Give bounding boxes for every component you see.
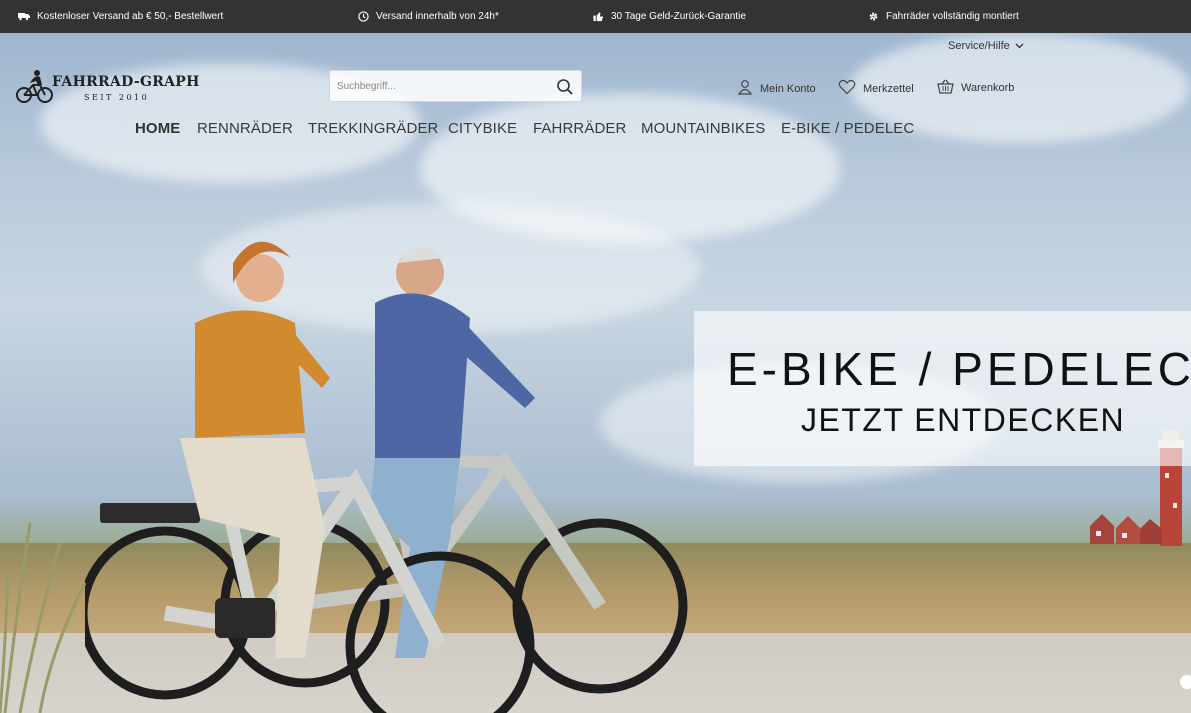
slider-dot[interactable]	[1180, 675, 1191, 689]
service-menu[interactable]: Service/Hilfe	[948, 40, 1024, 52]
search-box[interactable]	[329, 70, 582, 102]
truck-icon	[18, 10, 30, 22]
logo-title: FAHRRAD-GRAPH	[52, 74, 200, 90]
account-link[interactable]: Mein Konto	[737, 79, 816, 98]
usp-item-guarantee: 30 Tage Geld-Zurück-Garantie	[592, 10, 746, 22]
nav-item-citybike[interactable]: CITYBIKE	[448, 120, 517, 137]
nav-item-ebike-pedelec[interactable]: E-BIKE / PEDELEC	[781, 120, 914, 137]
usp-text: Kostenloser Versand ab € 50,- Bestellwer…	[37, 10, 224, 22]
wishlist-label: Merkzettel	[863, 82, 914, 95]
cyclist-logo-icon	[16, 70, 53, 103]
thumbs-up-icon	[592, 10, 604, 22]
cart-label: Warenkorb	[961, 82, 1015, 94]
cyclists-photo	[85, 241, 688, 713]
usp-item-delivery: Versand innerhalb von 24h*	[357, 10, 499, 22]
nav-item-mountainbikes[interactable]: MOUNTAINBIKES	[641, 120, 765, 137]
nav-item-trekkingraeder[interactable]: TREKKINGRÄDER	[308, 120, 439, 137]
usp-item-assembled: Fahrräder vollständig montiert	[867, 10, 1019, 22]
usp-text: 30 Tage Geld-Zurück-Garantie	[611, 10, 746, 22]
grass-graphic	[0, 522, 87, 713]
wishlist-link[interactable]: Merkzettel	[838, 79, 914, 98]
logo-subtitle: SEIT 2010	[84, 93, 150, 102]
search-icon[interactable]	[555, 77, 575, 97]
account-label: Mein Konto	[760, 82, 816, 95]
usp-text: Versand innerhalb von 24h*	[376, 10, 499, 22]
user-icon	[737, 79, 753, 98]
houses-graphic	[1090, 514, 1162, 544]
search-input[interactable]	[330, 71, 545, 101]
heart-icon	[838, 79, 856, 98]
basket-icon	[937, 79, 954, 97]
usp-text: Fahrräder vollständig montiert	[886, 10, 1019, 22]
banner-subtitle: JETZT ENTDECKEN	[801, 402, 1126, 438]
usp-item-shipping: Kostenloser Versand ab € 50,- Bestellwer…	[18, 10, 223, 22]
chevron-down-icon	[1015, 40, 1024, 52]
nav-item-fahrraeder[interactable]: FAHRRÄDER	[533, 120, 626, 137]
clock-icon	[357, 10, 369, 22]
nav-item-rennraeder[interactable]: RENNRÄDER	[197, 120, 293, 137]
hero-banner-box[interactable]: E-BIKE / PEDELEC JETZT ENTDECKEN	[694, 311, 1191, 466]
logo[interactable]: FAHRRAD-GRAPH SEIT 2010	[16, 69, 199, 105]
gear-icon	[867, 10, 879, 22]
usp-bar: Kostenloser Versand ab € 50,- Bestellwer…	[0, 0, 1191, 33]
cart-link[interactable]: Warenkorb	[937, 79, 1014, 97]
nav-item-home[interactable]: HOME	[135, 120, 180, 137]
service-label: Service/Hilfe	[948, 40, 1010, 52]
banner-title: E-BIKE / PEDELEC	[727, 343, 1191, 395]
